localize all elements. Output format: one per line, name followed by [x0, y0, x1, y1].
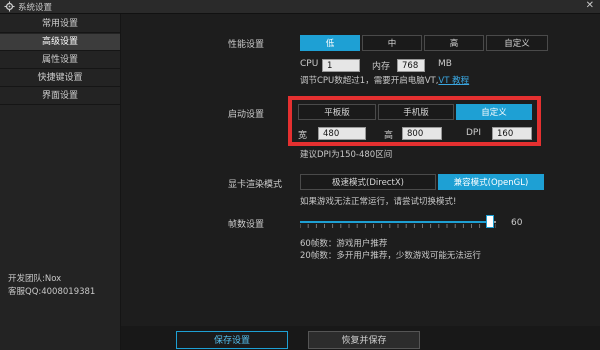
startup-option-tablet[interactable]: 平板版: [298, 104, 376, 120]
fps-slider-ticks: [300, 224, 496, 228]
cpu-label: CPU: [300, 59, 319, 69]
sidebar-item-general[interactable]: 常用设置: [0, 16, 120, 33]
dev-team-text: 开发团队:Nox: [8, 274, 62, 284]
width-label: 宽: [298, 131, 308, 141]
perf-option-medium[interactable]: 中: [362, 35, 422, 51]
memory-field[interactable]: 768: [397, 59, 425, 72]
memory-label: 内存: [372, 62, 391, 72]
sidebar-item-advanced[interactable]: 高级设置: [0, 34, 120, 51]
save-settings-button[interactable]: 保存设置: [176, 331, 288, 349]
perf-option-custom[interactable]: 自定义: [486, 35, 548, 51]
restore-and-save-button[interactable]: 恢复并保存: [308, 331, 420, 349]
sidebar-item-interface[interactable]: 界面设置: [0, 88, 120, 105]
fps-hint-20: 20帧数：多开用户推荐，少数游戏可能无法运行: [300, 251, 481, 261]
startup-option-phone[interactable]: 手机版: [378, 104, 454, 120]
render-hint: 如果游戏无法正常运行，请尝试切换模式!: [300, 197, 457, 207]
sidebar-item-label: 界面设置: [41, 91, 78, 101]
close-icon[interactable]: ✕: [586, 0, 594, 11]
dpi-field[interactable]: 160: [492, 127, 532, 140]
sidebar-item-label: 高级设置: [41, 37, 78, 47]
fps-label: 帧数设置: [228, 220, 265, 230]
perf-option-high[interactable]: 高: [424, 35, 484, 51]
performance-label: 性能设置: [228, 40, 265, 50]
height-label: 高: [384, 131, 394, 141]
width-field[interactable]: 480: [318, 127, 366, 140]
fps-slider-thumb[interactable]: [486, 215, 495, 228]
render-option-opengl[interactable]: 兼容模式(OpenGL): [438, 174, 544, 190]
window-title: 系统设置: [18, 3, 53, 13]
sidebar-item-properties[interactable]: 属性设置: [0, 52, 120, 69]
height-field[interactable]: 800: [402, 127, 442, 140]
title-bar: 系统设置 ✕: [0, 0, 600, 14]
memory-unit: MB: [438, 59, 452, 69]
fps-hint-60: 60帧数：游戏用户推荐: [300, 239, 388, 249]
render-mode-label: 显卡渲染模式: [228, 180, 283, 190]
sidebar: 常用设置 高级设置 属性设置 快捷键设置 界面设置 开发团队:Nox 客服QQ:…: [0, 14, 121, 350]
render-option-directx[interactable]: 极速模式(DirectX): [300, 174, 436, 190]
gear-icon: [4, 1, 15, 12]
fps-value: 60: [511, 218, 523, 228]
startup-option-custom[interactable]: 自定义: [456, 104, 532, 120]
dpi-label: DPI: [466, 128, 482, 138]
cpu-hint: 调节CPU数超过1，需要开启电脑VT,VT 教程: [300, 74, 469, 86]
fps-slider-fill: [300, 221, 491, 223]
dpi-hint: 建议DPI为150-480区间: [300, 150, 393, 160]
cpu-field[interactable]: 1: [322, 59, 360, 72]
perf-option-low[interactable]: 低: [300, 35, 360, 51]
sidebar-item-label: 常用设置: [41, 19, 78, 29]
sidebar-item-label: 快捷键设置: [37, 73, 83, 83]
support-qq-text: 客服QQ:4008019381: [8, 287, 96, 297]
startup-label: 启动设置: [228, 110, 265, 120]
sidebar-item-shortcuts[interactable]: 快捷键设置: [0, 70, 120, 87]
vt-tutorial-link[interactable]: VT 教程: [438, 76, 469, 86]
cpu-hint-text: 调节CPU数超过1，需要开启电脑VT,: [300, 76, 439, 86]
sidebar-item-label: 属性设置: [41, 55, 78, 65]
